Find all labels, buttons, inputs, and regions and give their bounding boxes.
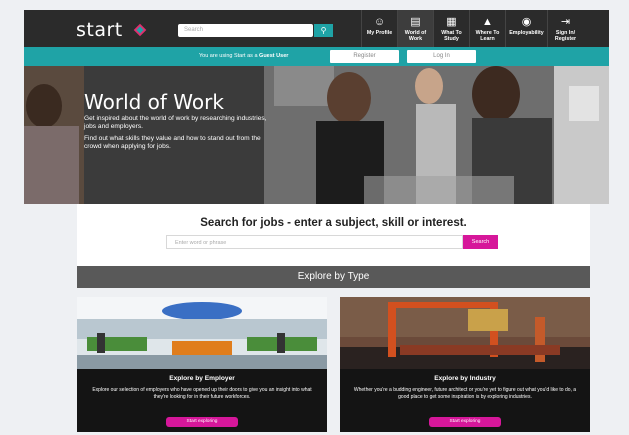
sign-in-icon: ⇥ bbox=[560, 16, 571, 28]
guest-message: You are using Start as a Guest User bbox=[199, 53, 288, 59]
guest-message-prefix: You are using Start as a bbox=[199, 53, 258, 59]
nav-where-to-learn[interactable]: ▲ Where To Learn bbox=[469, 10, 505, 47]
explore-employer-text: Explore our selection of employers who h… bbox=[92, 387, 312, 400]
page: start Search ⚲ ☺ My Profile ▤ World of W… bbox=[0, 0, 629, 435]
explore-employer-title: Explore by Employer bbox=[169, 375, 235, 382]
explore-employer-body: Explore by Employer Explore our selectio… bbox=[77, 369, 327, 432]
guest-message-bold: Guest User bbox=[259, 53, 289, 59]
main-nav: ☺ My Profile ▤ World of Work ▦ What To S… bbox=[361, 10, 583, 47]
job-search-section: Search for jobs - enter a subject, skill… bbox=[77, 204, 590, 266]
nav-label: What To Study bbox=[441, 30, 462, 42]
register-button[interactable]: Register bbox=[330, 50, 399, 63]
explore-by-type-heading: Explore by Type bbox=[77, 266, 590, 288]
nav-label: Where To Learn bbox=[475, 30, 500, 42]
nav-label: Employability bbox=[509, 30, 544, 36]
explore-industry-body: Explore by Industry Whether you're a bud… bbox=[340, 369, 590, 432]
job-search-input[interactable]: Enter word or phrase bbox=[166, 235, 463, 249]
briefcase-icon: ▤ bbox=[410, 16, 421, 28]
user-icon: ☺ bbox=[373, 16, 386, 28]
explore-industry-title: Explore by Industry bbox=[434, 375, 496, 382]
site-logo[interactable]: start bbox=[76, 19, 149, 41]
hero-description: Find out what skills they value and how … bbox=[84, 135, 261, 151]
guest-user-bar: You are using Start as a Guest User Regi… bbox=[24, 47, 609, 66]
port-crane-image bbox=[340, 297, 590, 369]
start-exploring-industry-button[interactable]: Start exploring bbox=[429, 417, 501, 427]
nav-label: Sign In/ Register bbox=[554, 30, 577, 42]
office-image bbox=[77, 297, 327, 369]
nav-my-profile[interactable]: ☺ My Profile bbox=[361, 10, 397, 47]
site-search-input[interactable]: Search bbox=[178, 24, 313, 37]
badge-icon: ◉ bbox=[521, 16, 532, 28]
job-search-button[interactable]: Search bbox=[463, 235, 498, 249]
hero-banner: World of Work Get inspired about the wor… bbox=[24, 66, 609, 204]
nav-world-of-work[interactable]: ▤ World of Work bbox=[397, 10, 433, 47]
search-icon: ⚲ bbox=[320, 26, 327, 35]
nav-sign-in[interactable]: ⇥ Sign In/ Register bbox=[547, 10, 583, 47]
nav-label: My Profile bbox=[366, 30, 393, 36]
explore-industry-card: Explore by Industry Whether you're a bud… bbox=[340, 297, 590, 432]
graduation-cap-icon: ▲ bbox=[482, 16, 493, 28]
nav-label: World of Work bbox=[404, 30, 427, 42]
nav-employability[interactable]: ◉ Employability bbox=[505, 10, 547, 47]
explore-industry-text: Whether you're a budding engineer, futur… bbox=[353, 387, 577, 400]
nav-what-to-study[interactable]: ▦ What To Study bbox=[433, 10, 469, 47]
start-exploring-employer-button[interactable]: Start exploring bbox=[166, 417, 238, 427]
hero-title: World of Work bbox=[84, 90, 224, 114]
logo-mark-icon bbox=[134, 23, 147, 37]
explore-employer-card: Explore by Employer Explore our selectio… bbox=[77, 297, 327, 432]
book-icon: ▦ bbox=[446, 16, 457, 28]
logo-text: start bbox=[76, 19, 123, 41]
hero-intro: Get inspired about the world of work by … bbox=[84, 115, 267, 131]
login-button[interactable]: Log In bbox=[407, 50, 476, 63]
site-header: start Search ⚲ ☺ My Profile ▤ World of W… bbox=[24, 10, 609, 47]
site-search-button[interactable]: ⚲ bbox=[314, 24, 333, 37]
job-search-title: Search for jobs - enter a subject, skill… bbox=[200, 217, 467, 229]
